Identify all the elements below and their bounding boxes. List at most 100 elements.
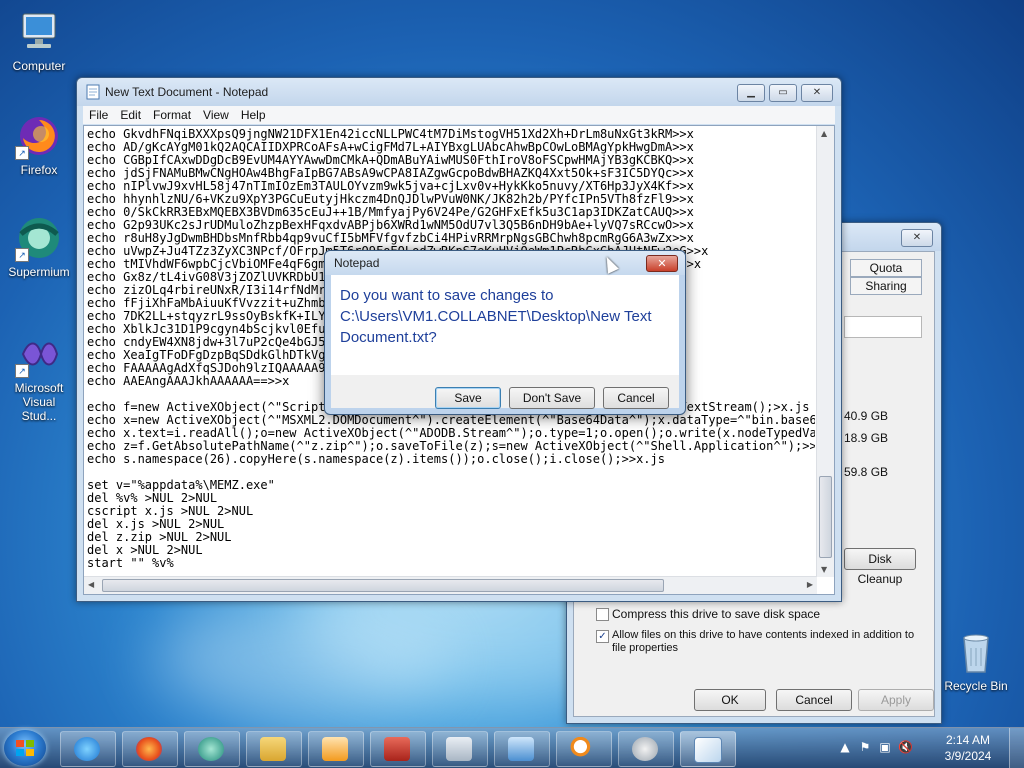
tab-sharing[interactable]: Sharing (850, 277, 922, 295)
capacity-size: 59.8 GB (844, 465, 889, 479)
start-button[interactable] (4, 730, 46, 766)
properties-close-button[interactable]: ✕ (901, 229, 933, 247)
dialog-titlebar[interactable]: Notepad ✕ (325, 251, 685, 275)
cancel-button[interactable]: Cancel (776, 689, 852, 711)
volume-muted-icon[interactable]: 🔇 (898, 740, 913, 754)
scroll-right-icon[interactable]: ▶ (807, 580, 813, 589)
notepad-titlebar[interactable]: New Text Document - Notepad ▁ ▭ ✕ (77, 78, 841, 106)
desktop-icon-firefox[interactable]: ↗ Firefox (4, 112, 74, 177)
internet-explorer-icon (74, 737, 100, 761)
dialog-message-line: Do you want to save changes to (340, 287, 554, 304)
disk-cleanup-button[interactable]: Disk Cleanup (844, 548, 916, 586)
scroll-down-icon[interactable]: ▼ (821, 565, 827, 574)
media-center-icon (632, 737, 658, 761)
firefox-icon (136, 737, 162, 761)
free-space-size: 18.9 GB (844, 431, 889, 445)
taskbar-calculator[interactable] (432, 731, 488, 767)
horizontal-scroll-thumb[interactable] (102, 579, 664, 592)
dialog-close-button[interactable]: ✕ (646, 255, 678, 272)
scroll-left-icon[interactable]: ◀ (88, 580, 94, 589)
taskbar-control-panel[interactable] (494, 731, 550, 767)
shortcut-arrow-icon: ↗ (15, 146, 29, 160)
desktop-icon-supermium[interactable]: ↗ Supermium (4, 214, 74, 279)
supermium-icon (198, 737, 224, 761)
scroll-up-icon[interactable]: ▲ (821, 129, 827, 138)
dialog-message: Do you want to save changes to C:\Users\… (340, 285, 670, 348)
windows-logo-icon (16, 740, 34, 756)
drive-label-field[interactable] (844, 316, 922, 338)
save-changes-dialog[interactable]: Notepad ✕ Do you want to save changes to… (324, 250, 686, 415)
index-label: Allow files on this drive to have conten… (612, 629, 915, 641)
dialog-message-line: C:\Users\VM1.COLLABNET\Desktop\New Text (340, 308, 652, 325)
computer-icon (15, 8, 63, 56)
cancel-button[interactable]: Cancel (603, 387, 669, 409)
show-hidden-icons-icon[interactable]: ▲ (838, 740, 852, 754)
editor-line: start "" %v% (87, 556, 174, 570)
wallpaper-glow (150, 600, 450, 720)
desktop-icon-label: Firefox (20, 163, 58, 177)
menu-help[interactable]: Help (235, 106, 272, 122)
notepad-icon (86, 84, 100, 100)
supermium-icon: ↗ (15, 214, 63, 262)
menu-bar: File Edit Format View Help (83, 106, 835, 124)
calculator-icon (446, 737, 472, 761)
visual-studio-icon: ↗ (15, 330, 63, 378)
taskbar-toolbox[interactable] (370, 731, 426, 767)
desktop-icon-label: Computer (12, 59, 66, 73)
control-panel-icon (508, 737, 534, 761)
desktop-icon-label: Recycle Bin (944, 679, 1008, 693)
recycle-bin-icon (952, 628, 1000, 676)
media-player-icon (322, 737, 348, 761)
menu-format[interactable]: Format (147, 106, 197, 122)
tab-quota[interactable]: Quota (850, 259, 922, 277)
desktop-icon-label: Microsoft Visual Stud... (14, 381, 64, 423)
desktop-icon-computer[interactable]: Computer (4, 8, 74, 73)
save-button[interactable]: Save (435, 387, 501, 409)
close-button[interactable]: ✕ (801, 84, 833, 102)
network-icon[interactable]: ▣ (878, 740, 892, 754)
menu-file[interactable]: File (83, 106, 114, 122)
taskbar-internet-explorer[interactable] (60, 731, 116, 767)
desktop-icon-label: Supermium (8, 265, 70, 279)
used-space-size: 40.9 GB (844, 409, 889, 423)
taskbar-media-center[interactable] (618, 731, 674, 767)
apply-button[interactable]: Apply (858, 689, 934, 711)
maximize-button[interactable]: ▭ (769, 84, 797, 102)
action-center-flag-icon[interactable]: ⚑ (858, 740, 872, 754)
taskbar-notepad[interactable] (680, 731, 736, 767)
minimize-button[interactable]: ▁ (737, 84, 765, 102)
notepad-icon (694, 737, 722, 763)
shortcut-arrow-icon: ↗ (15, 364, 29, 378)
dialog-message-area: Do you want to save changes to C:\Users\… (331, 275, 679, 375)
show-desktop-button[interactable] (1009, 728, 1024, 768)
menu-view[interactable]: View (197, 106, 235, 122)
compress-checkbox[interactable] (596, 608, 609, 621)
dont-save-button[interactable]: Don't Save (509, 387, 595, 409)
taskbar-firefox[interactable] (122, 731, 178, 767)
dialog-button-bar: Save Don't Save Cancel (331, 375, 679, 409)
firefox-icon: ↗ (15, 112, 63, 160)
clock-date: 3/9/2024 (944, 749, 992, 763)
index-checkbox[interactable]: ✓ (596, 630, 609, 643)
desktop-icon-visual-studio[interactable]: ↗ Microsoft Visual Stud... (4, 330, 74, 423)
horizontal-scrollbar[interactable]: ◀ ▶ (84, 576, 817, 594)
system-tray: ▲ ⚑ ▣ 🔇 2:14 AM 3/9/2024 (834, 728, 1024, 768)
desktop-icon-recycle-bin[interactable]: Recycle Bin (940, 628, 1012, 693)
toolbox-icon (384, 737, 410, 761)
ok-button[interactable]: OK (694, 689, 766, 711)
window-title: New Text Document - Notepad (105, 85, 269, 99)
taskbar-file-explorer[interactable] (246, 731, 302, 767)
taskbar-magnifier[interactable] (556, 731, 612, 767)
dialog-message-line: Document.txt? (340, 329, 437, 346)
clock[interactable]: 2:14 AM 3/9/2024 (936, 732, 1000, 764)
vertical-scrollbar[interactable]: ▲ ▼ (816, 126, 834, 577)
taskbar-media-player[interactable] (308, 731, 364, 767)
taskbar-supermium[interactable] (184, 731, 240, 767)
editor-line: del x >NUL 2>NUL (87, 543, 203, 557)
compress-label: Compress this drive to save disk space (612, 607, 821, 621)
shortcut-arrow-icon: ↗ (15, 248, 29, 262)
dialog-title: Notepad (334, 256, 380, 270)
menu-edit[interactable]: Edit (114, 106, 147, 122)
file-explorer-icon (260, 737, 286, 761)
vertical-scroll-thumb[interactable] (819, 476, 832, 558)
